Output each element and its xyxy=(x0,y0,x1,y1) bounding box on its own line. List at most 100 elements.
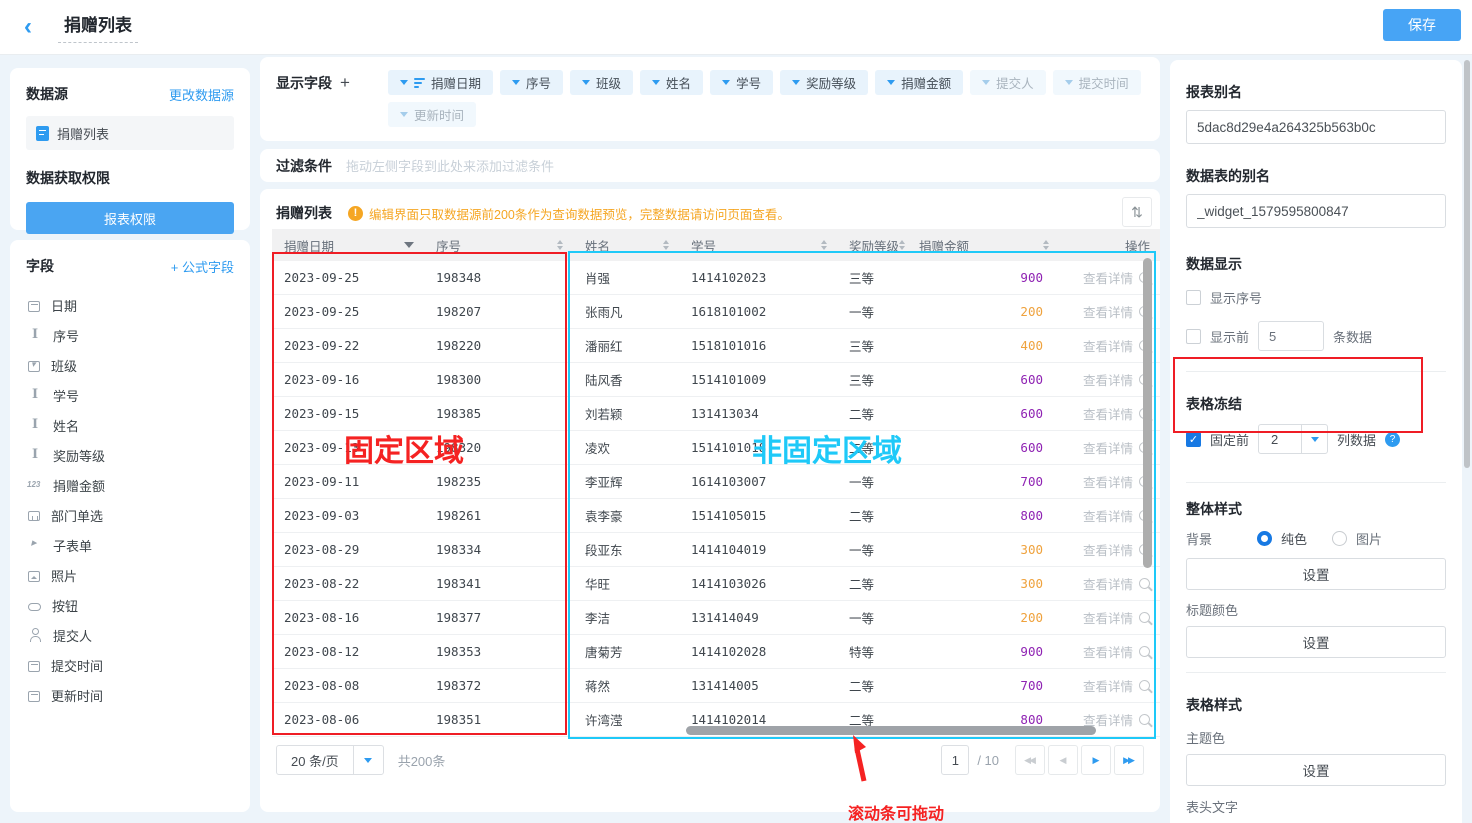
title-color-set-button[interactable]: 设置 xyxy=(1186,626,1446,658)
add-field-icon[interactable]: + xyxy=(340,73,350,93)
table-horizontal-scrollbar[interactable] xyxy=(686,726,1096,735)
field-item[interactable]: 奖励等级 xyxy=(26,440,234,470)
cell-student-id: 1518101016 xyxy=(679,329,837,362)
field-item[interactable]: 姓名 xyxy=(26,410,234,440)
save-button[interactable]: 保存 xyxy=(1383,9,1461,41)
cell-name: 段亚东 xyxy=(573,533,679,566)
bg-image-radio[interactable] xyxy=(1332,531,1347,546)
field-item-label: 子表单 xyxy=(53,536,92,555)
table-row: 2023-09-22 198220 潘丽红 1518101016 三等 400 … xyxy=(272,329,1160,363)
field-item[interactable]: 更新时间 xyxy=(26,680,234,710)
datasource-item[interactable]: 捐赠列表 xyxy=(26,116,234,150)
field-item[interactable]: 按钮 xyxy=(26,590,234,620)
field-chip-inactive[interactable]: 提交时间 xyxy=(1053,70,1141,95)
column-header-date[interactable]: 捐赠日期 xyxy=(272,229,424,261)
cell-amount: 700 xyxy=(907,465,1059,498)
cell-serial: 198351 xyxy=(424,703,573,736)
page-size-select[interactable]: 20 条/页 xyxy=(276,745,384,775)
next-page-button[interactable]: ▶ xyxy=(1081,745,1111,775)
cell-action[interactable]: 查看详情 xyxy=(1059,601,1160,634)
chip-label: 学号 xyxy=(736,73,761,92)
form-doc-icon xyxy=(36,126,49,141)
cell-student-id: 1514105015 xyxy=(679,499,837,532)
calendar-icon xyxy=(28,301,40,312)
field-item[interactable]: 班级 xyxy=(26,350,234,380)
field-item[interactable]: 捐赠金额 xyxy=(26,470,234,500)
cell-serial: 198334 xyxy=(424,533,573,566)
magnifier-icon xyxy=(1139,646,1150,657)
sorter-icon xyxy=(899,240,905,250)
background-set-button[interactable]: 设置 xyxy=(1186,558,1446,590)
sorter-icon xyxy=(1043,240,1049,250)
field-chip[interactable]: 捐赠金额 xyxy=(875,70,963,95)
filter-title: 过滤条件 xyxy=(276,156,332,176)
column-header-student-id[interactable]: 学号 xyxy=(679,229,837,261)
report-permission-button[interactable]: 报表权限 xyxy=(26,202,234,234)
field-chip[interactable]: 班级 xyxy=(570,70,633,95)
field-chip[interactable]: 姓名 xyxy=(640,70,703,95)
field-item[interactable]: 日期 xyxy=(26,290,234,320)
field-item[interactable]: 提交时间 xyxy=(26,650,234,680)
field-chip[interactable]: 学号 xyxy=(710,70,773,95)
cell-action[interactable]: 查看详情 xyxy=(1059,567,1160,600)
column-header-serial[interactable]: 序号 xyxy=(424,229,573,261)
cell-amount: 400 xyxy=(907,329,1059,362)
freeze-checkbox[interactable]: ✓ xyxy=(1186,432,1201,447)
field-chip-inactive[interactable]: 更新时间 xyxy=(388,102,476,127)
column-header-name[interactable]: 姓名 xyxy=(573,229,679,261)
theme-color-set-button[interactable]: 设置 xyxy=(1186,754,1446,786)
cell-name: 凌欢 xyxy=(573,431,679,464)
add-formula-field-link[interactable]: + 公式字段 xyxy=(171,257,234,276)
panel-scrollbar[interactable] xyxy=(1464,60,1470,468)
table-alias-input[interactable] xyxy=(1186,194,1446,228)
field-chip-inactive[interactable]: 提交人 xyxy=(970,70,1046,95)
sort-toggle-button[interactable]: ⇅ xyxy=(1122,197,1152,227)
column-header-amount[interactable]: 捐赠金额 xyxy=(907,229,1059,261)
cell-serial: 198300 xyxy=(424,363,573,396)
cell-action[interactable]: 查看详情 xyxy=(1059,669,1160,702)
page-number-input[interactable] xyxy=(941,745,969,775)
column-header-level[interactable]: 奖励等级 xyxy=(837,229,907,261)
user-icon xyxy=(28,628,42,642)
cell-level: 二等 xyxy=(837,567,907,600)
show-first-count-input[interactable] xyxy=(1258,321,1324,351)
header-text-label: 表头文字 xyxy=(1186,797,1446,816)
page-title[interactable]: 捐赠列表 xyxy=(58,11,138,43)
filter-dropzone[interactable]: 拖动左侧字段到此处来添加过滤条件 xyxy=(346,156,554,175)
freeze-count-select[interactable]: 2 xyxy=(1258,424,1328,454)
field-item[interactable]: 提交人 xyxy=(26,620,234,650)
cell-level: 一等 xyxy=(837,601,907,634)
help-icon[interactable]: ? xyxy=(1385,432,1400,447)
prev-page-button[interactable]: ◀ xyxy=(1048,745,1078,775)
table-alias-label: 数据表的别名 xyxy=(1186,166,1446,186)
field-chip[interactable]: 捐赠日期 xyxy=(388,70,493,95)
report-alias-input[interactable] xyxy=(1186,110,1446,144)
back-icon[interactable]: ‹ xyxy=(24,15,32,39)
chip-label: 提交人 xyxy=(996,73,1034,92)
show-first-checkbox[interactable] xyxy=(1186,329,1201,344)
show-serial-checkbox[interactable] xyxy=(1186,290,1201,305)
change-datasource-link[interactable]: 更改数据源 xyxy=(169,85,234,104)
field-item[interactable]: 序号 xyxy=(26,320,234,350)
field-item[interactable]: 学号 xyxy=(26,380,234,410)
cell-action[interactable]: 查看详情 xyxy=(1059,635,1160,668)
cell-amount: 200 xyxy=(907,295,1059,328)
bg-solid-radio[interactable] xyxy=(1257,531,1272,546)
table-vertical-scrollbar[interactable] xyxy=(1143,258,1152,568)
chevron-down-icon xyxy=(887,80,895,85)
cell-student-id: 1414102023 xyxy=(679,261,837,294)
chip-label: 班级 xyxy=(596,73,621,92)
title-color-label: 标题颜色 xyxy=(1186,600,1446,619)
field-item[interactable]: 照片 xyxy=(26,560,234,590)
fields-title: 字段 xyxy=(26,256,54,276)
first-page-button[interactable]: ◀◀ xyxy=(1015,745,1045,775)
field-chip[interactable]: 序号 xyxy=(500,70,563,95)
last-page-button[interactable]: ▶▶ xyxy=(1114,745,1144,775)
field-item[interactable]: 部门单选 xyxy=(26,500,234,530)
permission-title: 数据获取权限 xyxy=(26,168,234,188)
field-item[interactable]: 子表单 xyxy=(26,530,234,560)
field-chip[interactable]: 奖励等级 xyxy=(780,70,868,95)
topbar: ‹ 捐赠列表 保存 xyxy=(0,0,1472,55)
cell-level: 二等 xyxy=(837,499,907,532)
cell-serial: 198385 xyxy=(424,397,573,430)
